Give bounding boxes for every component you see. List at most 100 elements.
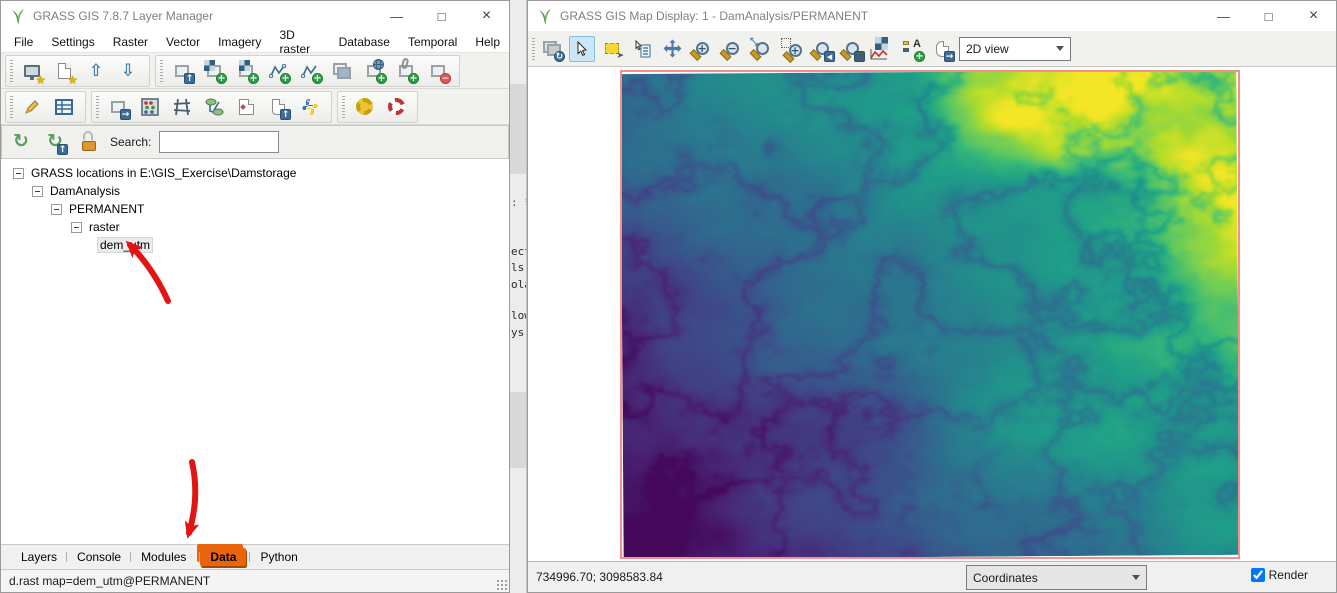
- pan-icon[interactable]: [659, 36, 685, 62]
- analyze-map-icon[interactable]: [869, 36, 895, 62]
- python-shell-icon[interactable]: [297, 94, 323, 120]
- background-text-fragment: : *: [511, 196, 527, 209]
- toolbar-grip[interactable]: [10, 96, 13, 118]
- minimize-button[interactable]: —: [1201, 1, 1246, 31]
- toolbar-grip[interactable]: [342, 96, 345, 118]
- add-various-vector-layers-icon[interactable]: [297, 58, 323, 84]
- add-overlay-layer-icon[interactable]: [393, 58, 419, 84]
- toolbar-grip[interactable]: [160, 60, 163, 82]
- tree-item-damanalysis[interactable]: DamAnalysis: [1, 182, 509, 200]
- collapse-expander-icon[interactable]: [71, 222, 82, 233]
- georectifier-icon[interactable]: [169, 94, 195, 120]
- legend-swatch-glyph: [903, 48, 909, 52]
- background-text-fragment: low: [511, 309, 527, 322]
- add-raster-layer-icon[interactable]: [201, 58, 227, 84]
- minimize-button[interactable]: —: [374, 1, 419, 31]
- reload-locations-icon[interactable]: ↻: [8, 129, 34, 155]
- zoom-to-region-icon[interactable]: +: [779, 36, 805, 62]
- pointer-tool-icon[interactable]: [569, 36, 595, 62]
- tree-item-permanent[interactable]: PERMANENT: [1, 200, 509, 218]
- toolbar-grip[interactable]: [10, 60, 13, 82]
- tab-layers[interactable]: Layers: [11, 548, 67, 566]
- search-label: Search:: [110, 135, 151, 149]
- status-command-text: d.rast map=dem_utm@PERMANENT: [9, 574, 210, 588]
- collapse-expander-icon[interactable]: [51, 204, 62, 215]
- collapse-expander-icon[interactable]: [13, 168, 24, 179]
- data-catalog-tree: GRASS locations in E:\GIS_Exercise\Damst…: [1, 159, 509, 544]
- collapse-expander-icon[interactable]: [32, 186, 43, 197]
- menu-help[interactable]: Help: [466, 33, 509, 51]
- map-display-titlebar[interactable]: GRASS GIS Map Display: 1 - DamAnalysis/P…: [528, 1, 1336, 31]
- python-logo-glyph: [301, 98, 319, 116]
- globe-glyph: [373, 59, 384, 70]
- menu-vector[interactable]: Vector: [157, 33, 209, 51]
- create-new-workspace-icon[interactable]: ★: [51, 58, 77, 84]
- show-attribute-table-icon[interactable]: [51, 94, 77, 120]
- maximize-button[interactable]: □: [419, 1, 464, 31]
- text-label-glyph: A: [913, 38, 921, 50]
- open-workspace-icon[interactable]: ⇧: [83, 58, 109, 84]
- resize-grip[interactable]: [496, 579, 507, 590]
- import-data-icon[interactable]: [105, 94, 131, 120]
- legend-swatch-glyph: [903, 41, 909, 45]
- gui-settings-icon[interactable]: [351, 94, 377, 120]
- select-features-icon[interactable]: ➤: [599, 36, 625, 62]
- tree-item-raster[interactable]: raster: [1, 218, 509, 236]
- zoom-to-extent-icon[interactable]: ⤡: [749, 36, 775, 62]
- save-display-to-file-icon[interactable]: [929, 36, 955, 62]
- zoom-options-icon[interactable]: [839, 36, 865, 62]
- add-web-service-layer-icon[interactable]: [361, 58, 387, 84]
- add-layer-group-icon[interactable]: [329, 58, 355, 84]
- zoom-out-icon[interactable]: −: [719, 36, 745, 62]
- view-mode-combobox[interactable]: 2D view: [959, 37, 1071, 61]
- menu-temporal[interactable]: Temporal: [399, 33, 466, 51]
- unlock-mapset-icon[interactable]: [76, 129, 102, 155]
- add-various-raster-layers-icon[interactable]: [233, 58, 259, 84]
- raster-map-calculator-icon[interactable]: [137, 94, 163, 120]
- tab-modules[interactable]: Modules: [131, 548, 196, 566]
- close-button[interactable]: ×: [1291, 1, 1336, 31]
- re-render-display-icon[interactable]: [539, 36, 565, 62]
- new-map-display-icon[interactable]: ★: [19, 58, 45, 84]
- toolbar-grip[interactable]: [532, 38, 535, 60]
- save-workspace-icon[interactable]: ⇩: [115, 58, 141, 84]
- background-text-fragment: ys: [511, 326, 524, 339]
- tab-console[interactable]: Console: [67, 548, 131, 566]
- remove-layer-icon[interactable]: [425, 58, 451, 84]
- tab-python[interactable]: Python: [250, 548, 307, 566]
- tab-data[interactable]: Data: [200, 548, 246, 566]
- add-multiple-layers-icon[interactable]: [169, 58, 195, 84]
- menu-file[interactable]: File: [5, 33, 42, 51]
- coordinates-readout: 734996.70; 3098583.84: [536, 570, 663, 584]
- gui-help-icon[interactable]: [383, 94, 409, 120]
- dem-raster-map[interactable]: [620, 70, 1239, 559]
- profile-chart-glyph: [870, 48, 888, 60]
- menu-settings[interactable]: Settings: [42, 33, 103, 51]
- tree-item-label: DamAnalysis: [48, 184, 122, 198]
- close-button[interactable]: ×: [464, 1, 509, 31]
- maximize-button[interactable]: □: [1246, 1, 1291, 31]
- layer-manager-statusbar: d.rast map=dem_utm@PERMANENT: [1, 569, 509, 592]
- add-vector-layer-icon[interactable]: [265, 58, 291, 84]
- toolbar-grip[interactable]: [96, 96, 99, 118]
- layer-manager-window: GRASS GIS 7.8.7 Layer Manager — □ × File…: [0, 0, 510, 593]
- menu-database[interactable]: Database: [330, 33, 399, 51]
- menu-imagery[interactable]: Imagery: [209, 33, 270, 51]
- add-map-elements-icon[interactable]: A: [899, 36, 925, 62]
- edit-vector-maps-icon[interactable]: [19, 94, 45, 120]
- query-maps-icon[interactable]: [629, 36, 655, 62]
- tree-item-dem-utm[interactable]: dem_utm: [1, 236, 509, 254]
- previous-zoom-icon[interactable]: [809, 36, 835, 62]
- statusbar-mode-combobox[interactable]: Coordinates: [966, 565, 1147, 590]
- layer-manager-titlebar[interactable]: GRASS GIS 7.8.7 Layer Manager — □ ×: [1, 1, 509, 31]
- run-script-icon[interactable]: [265, 94, 291, 120]
- graphical-modeler-icon[interactable]: [201, 94, 227, 120]
- search-input[interactable]: [159, 131, 279, 153]
- render-checkbox[interactable]: [1251, 568, 1265, 582]
- reload-current-mapset-icon[interactable]: ↻: [42, 129, 68, 155]
- map-canvas-area[interactable]: [528, 67, 1336, 561]
- cartographic-composer-icon[interactable]: [233, 94, 259, 120]
- tree-item-grass-locations[interactable]: GRASS locations in E:\GIS_Exercise\Damst…: [1, 164, 509, 182]
- zoom-in-icon[interactable]: +: [689, 36, 715, 62]
- menu-raster[interactable]: Raster: [104, 33, 157, 51]
